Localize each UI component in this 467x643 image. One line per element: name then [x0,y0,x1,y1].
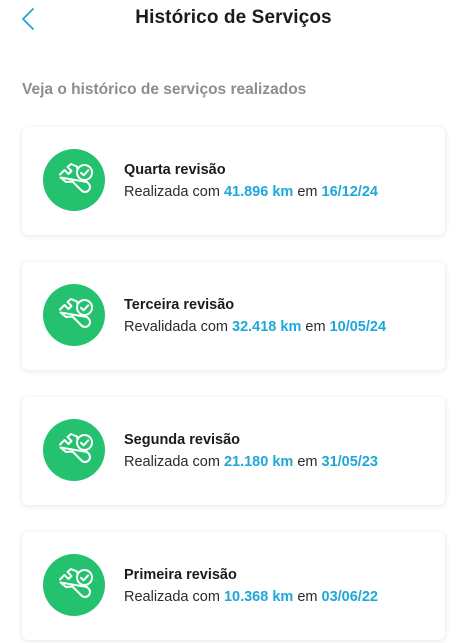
service-detail: Revalidada com 32.418 km em 10/05/24 [124,318,433,336]
service-km: 41.896 km [223,184,294,200]
service-name: Quarta revisão [124,162,226,178]
service-icon-badge [43,284,105,346]
service-text: Primeira revisão Realizada com 10.368 km… [124,566,433,606]
service-icon-badge [43,149,105,211]
service-history-screen: Histórico de Serviços Veja o histórico d… [0,0,467,643]
service-text: Quarta revisão Realizada com 41.896 km e… [124,161,433,201]
wrench-check-icon [59,298,93,328]
service-km: 10.368 km [223,589,294,605]
service-status: Realizada com [124,454,220,470]
service-icon-badge [43,554,105,616]
service-name: Terceira revisão [124,297,235,313]
service-status: Realizada com [124,184,220,200]
wrench-check-icon [59,433,93,463]
service-card[interactable]: Primeira revisão Realizada com 10.368 km… [22,532,445,640]
service-name: Segunda revisão [124,432,241,448]
service-detail: Realizada com 10.368 km em 03/06/22 [124,588,433,606]
service-card[interactable]: Segunda revisão Realizada com 21.180 km … [22,397,445,505]
service-connector: em [297,184,318,200]
service-km: 21.180 km [223,454,294,470]
service-connector: em [297,589,318,605]
service-status: Revalidada com [124,319,228,335]
wrench-check-icon [59,568,93,598]
service-km: 32.418 km [232,319,302,335]
service-date: 03/06/22 [321,589,378,605]
service-card[interactable]: Quarta revisão Realizada com 41.896 km e… [22,127,445,235]
wrench-check-icon [59,163,93,193]
service-list: Quarta revisão Realizada com 41.896 km e… [0,0,467,643]
service-name: Primeira revisão [124,567,237,583]
service-connector: em [305,319,326,335]
service-connector: em [297,454,318,470]
service-text: Segunda revisão Realizada com 21.180 km … [124,431,433,471]
service-card[interactable]: Terceira revisão Revalidada com 32.418 k… [22,262,445,370]
service-date: 10/05/24 [329,319,387,335]
service-icon-badge [43,419,105,481]
service-detail: Realizada com 41.896 km em 16/12/24 [124,183,433,201]
service-detail: Realizada com 21.180 km em 31/05/23 [124,453,433,471]
service-date: 31/05/23 [321,454,378,470]
service-status: Realizada com [124,589,220,605]
service-date: 16/12/24 [321,184,378,200]
service-text: Terceira revisão Revalidada com 32.418 k… [124,296,433,336]
